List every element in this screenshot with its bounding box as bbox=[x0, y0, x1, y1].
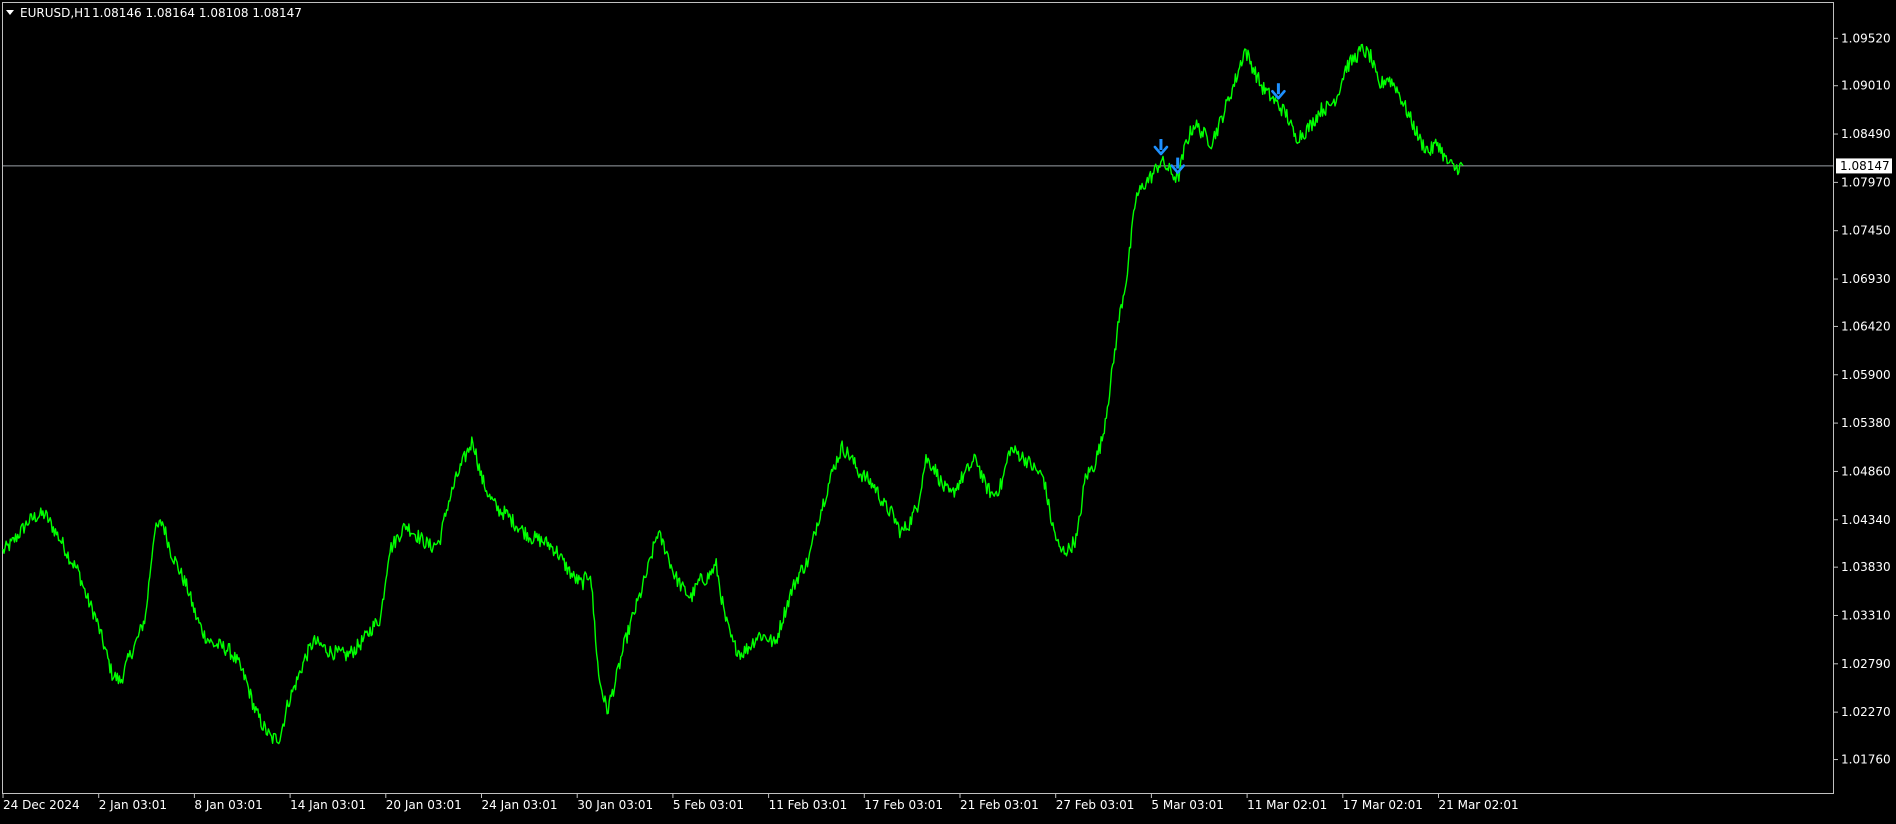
y-tick-label: 1.03310 bbox=[1841, 608, 1891, 622]
x-tick-label: 20 Jan 03:01 bbox=[386, 798, 462, 812]
x-tick-label: 30 Jan 03:01 bbox=[577, 798, 653, 812]
price-chart[interactable]: EURUSD,H1 1.08146 1.08164 1.08108 1.0814… bbox=[0, 0, 1896, 820]
x-tick-label: 5 Feb 03:01 bbox=[673, 798, 744, 812]
x-tick-label: 17 Mar 02:01 bbox=[1343, 798, 1423, 812]
y-tick-label: 1.06420 bbox=[1841, 319, 1891, 333]
x-tick-label: 17 Feb 03:01 bbox=[864, 798, 943, 812]
y-tick-label: 1.06930 bbox=[1841, 272, 1891, 286]
x-tick-label: 5 Mar 03:01 bbox=[1151, 798, 1224, 812]
x-tick-label: 21 Mar 02:01 bbox=[1439, 798, 1519, 812]
x-tick-label: 2 Jan 03:01 bbox=[99, 798, 167, 812]
y-tick-label: 1.02790 bbox=[1841, 657, 1891, 671]
y-tick-label: 1.07450 bbox=[1841, 224, 1891, 238]
y-tick-label: 1.09520 bbox=[1841, 31, 1891, 45]
y-tick-label: 1.04340 bbox=[1841, 513, 1891, 527]
y-tick-label: 1.01760 bbox=[1841, 753, 1891, 767]
y-tick-label: 1.03830 bbox=[1841, 560, 1891, 574]
symbol-label: EURUSD,H1 bbox=[20, 6, 91, 20]
y-tick-label: 1.08490 bbox=[1841, 127, 1891, 141]
y-tick-label: 1.05900 bbox=[1841, 368, 1891, 382]
ohlc-values: 1.08146 1.08164 1.08108 1.08147 bbox=[92, 6, 302, 20]
x-tick-label: 27 Feb 03:01 bbox=[1056, 798, 1135, 812]
x-tick-label: 14 Jan 03:01 bbox=[290, 798, 366, 812]
y-tick-label: 1.02270 bbox=[1841, 705, 1891, 719]
x-tick-label: 21 Feb 03:01 bbox=[960, 798, 1039, 812]
y-tick-label: 1.04860 bbox=[1841, 464, 1891, 478]
y-tick-label: 1.09010 bbox=[1841, 79, 1891, 93]
current-price-badge: 1.08147 bbox=[1836, 158, 1892, 174]
current-price-badge-text: 1.08147 bbox=[1840, 159, 1890, 173]
header: EURUSD,H1 1.08146 1.08164 1.08108 1.0814… bbox=[6, 6, 302, 20]
chart-svg[interactable]: EURUSD,H1 1.08146 1.08164 1.08108 1.0814… bbox=[0, 0, 1896, 820]
x-tick-label: 24 Dec 2024 bbox=[3, 798, 80, 812]
y-tick-label: 1.05380 bbox=[1841, 416, 1891, 430]
x-tick-label: 24 Jan 03:01 bbox=[482, 798, 558, 812]
chart-background bbox=[0, 0, 1896, 820]
x-tick-label: 11 Mar 02:01 bbox=[1247, 798, 1327, 812]
x-tick-label: 8 Jan 03:01 bbox=[194, 798, 262, 812]
x-tick-label: 11 Feb 03:01 bbox=[769, 798, 848, 812]
y-tick-label: 1.07970 bbox=[1841, 175, 1891, 189]
